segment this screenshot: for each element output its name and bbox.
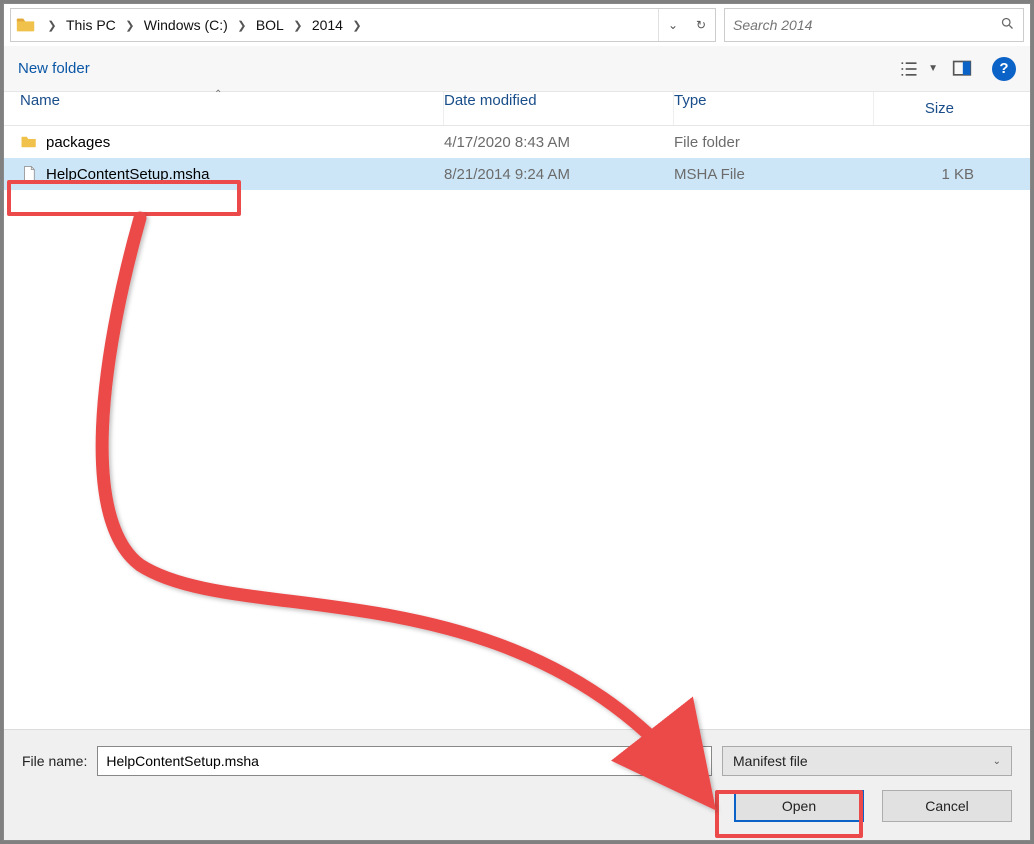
file-type-filter[interactable]: Manifest file ⌄ <box>722 746 1012 776</box>
chevron-right-icon[interactable]: ❯ <box>289 19 307 32</box>
file-type-filter-label: Manifest file <box>733 753 808 769</box>
new-folder-button[interactable]: New folder <box>18 60 90 77</box>
file-name-label: File name: <box>22 753 87 769</box>
view-options-button[interactable]: ▼ <box>890 55 944 83</box>
preview-pane-button[interactable] <box>944 55 980 83</box>
column-header-date[interactable]: Date modified <box>444 92 674 125</box>
chevron-right-icon[interactable]: ❯ <box>121 19 139 32</box>
chevron-right-icon[interactable]: ❯ <box>233 19 251 32</box>
sort-ascending-icon: ⌃ <box>214 89 222 100</box>
folder-icon <box>15 14 37 36</box>
file-name-dropdown-button[interactable]: ⌄ <box>689 747 711 775</box>
file-date: 4/17/2020 8:43 AM <box>444 134 674 151</box>
chevron-down-icon: ⌄ <box>993 756 1001 767</box>
file-type: MSHA File <box>674 166 874 183</box>
folder-icon <box>20 133 38 151</box>
address-bar[interactable]: ❯ This PC ❯ Windows (C:) ❯ BOL ❯ 2014 ❯ … <box>10 8 716 42</box>
chevron-right-icon[interactable]: ❯ <box>348 19 366 32</box>
breadcrumb-segment[interactable]: This PC <box>61 9 121 41</box>
breadcrumb-segment[interactable]: BOL <box>251 9 289 41</box>
cancel-button[interactable]: Cancel <box>882 790 1012 822</box>
file-name-input[interactable] <box>98 753 689 769</box>
search-icon <box>1000 16 1015 34</box>
search-input[interactable] <box>733 17 1000 33</box>
column-header-name[interactable]: Name ⌃ <box>4 92 444 125</box>
address-dropdown-button[interactable]: ⌄ <box>659 9 687 41</box>
file-type: File folder <box>674 134 874 151</box>
file-date: 8/21/2014 9:24 AM <box>444 166 674 183</box>
file-size: 1 KB <box>874 166 1030 183</box>
file-row[interactable]: packages4/17/2020 8:43 AMFile folder <box>4 126 1030 158</box>
file-name: packages <box>46 134 444 151</box>
refresh-button[interactable]: ↻ <box>687 9 715 41</box>
column-header-size[interactable]: Size <box>874 100 984 117</box>
file-row[interactable]: HelpContentSetup.msha8/21/2014 9:24 AMMS… <box>4 158 1030 190</box>
open-button[interactable]: Open <box>734 790 864 822</box>
help-button[interactable]: ? <box>992 57 1016 81</box>
file-name-combo[interactable]: ⌄ <box>97 746 712 776</box>
column-header-type[interactable]: Type <box>674 92 874 125</box>
file-list[interactable]: packages4/17/2020 8:43 AMFile folderHelp… <box>4 126 1030 729</box>
column-header-row: Name ⌃ Date modified Type Size <box>4 92 1030 126</box>
file-icon <box>20 165 38 183</box>
chevron-down-icon: ▼ <box>928 63 938 74</box>
chevron-right-icon[interactable]: ❯ <box>43 19 61 32</box>
search-box[interactable] <box>724 8 1024 42</box>
breadcrumb-segment[interactable]: Windows (C:) <box>139 9 233 41</box>
breadcrumb-segment[interactable]: 2014 <box>307 9 348 41</box>
file-name: HelpContentSetup.msha <box>46 166 444 183</box>
